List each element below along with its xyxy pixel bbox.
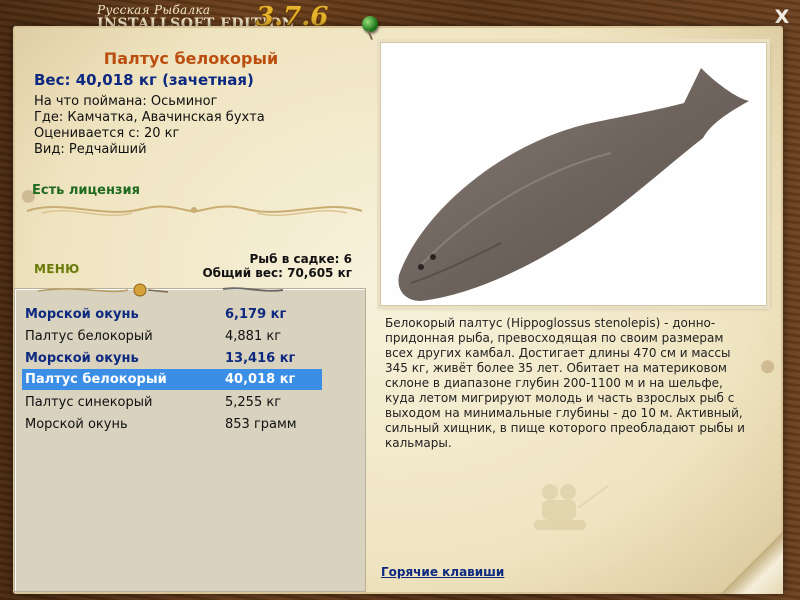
fish-name: Палтус белокорый: [103, 49, 279, 68]
catch-row[interactable]: Палтус синекорый 5,255 кг: [22, 392, 322, 413]
catch-row[interactable]: Палтус белокорый 4,881 кг: [22, 326, 322, 347]
menu-button[interactable]: МЕНЮ: [34, 262, 79, 276]
keep-net-count: Рыб в садке: 6: [249, 252, 353, 266]
catch-name: Палтус белокорый: [25, 329, 153, 344]
catch-name: Палтус синекорый: [25, 395, 153, 410]
ornament-divider-icon: [26, 205, 363, 217]
fish-valued-from: Оценивается с: 20 кг: [34, 126, 180, 141]
catch-row[interactable]: Морской окунь 13,416 кг: [22, 348, 322, 369]
fish-location: Где: Камчатка, Авачинская бухта: [34, 110, 265, 125]
lure-divider-icon: [37, 283, 284, 297]
fish-image-frame: [380, 42, 767, 306]
catch-weight: 6,179 кг: [225, 307, 287, 322]
catch-name: Морской окунь: [25, 351, 139, 366]
catch-list: Морской окунь 6,179 кг Палтус белокорый …: [14, 288, 366, 592]
fish-bait: На что поймана: Осьминог: [34, 94, 218, 109]
catch-name: Палтус белокорый: [25, 372, 167, 387]
catch-row[interactable]: Морской окунь 6,179 кг: [22, 304, 322, 325]
keep-net-total-weight: Общий вес: 70,605 кг: [202, 266, 352, 280]
fisherman-watermark-icon: [534, 484, 609, 530]
fish-weight: Вес: 40,018 кг (зачетная): [34, 71, 254, 89]
catch-row[interactable]: Морской окунь 853 грамм: [22, 414, 322, 435]
catch-row-selected[interactable]: Палтус белокорый 40,018 кг: [22, 369, 322, 390]
catch-weight: 5,255 кг: [225, 395, 282, 410]
close-button[interactable]: X: [772, 7, 792, 27]
catch-weight: 40,018 кг: [225, 372, 296, 387]
catch-weight: 853 грамм: [225, 417, 297, 432]
page-curl: [721, 532, 783, 594]
hotkeys-link[interactable]: Горячие клавиши: [381, 565, 504, 579]
catch-name: Морской окунь: [25, 307, 139, 322]
fish-kind: Вид: Редчайший: [34, 142, 147, 157]
catch-weight: 4,881 кг: [225, 329, 282, 344]
catch-weight: 13,416 кг: [225, 351, 296, 366]
halibut-fish-icon: [398, 68, 749, 301]
pin-icon: [362, 16, 378, 32]
fish-description: Белокорый палтус (Hippoglossus stenolepi…: [385, 316, 745, 450]
catch-name: Морской окунь: [25, 417, 128, 432]
